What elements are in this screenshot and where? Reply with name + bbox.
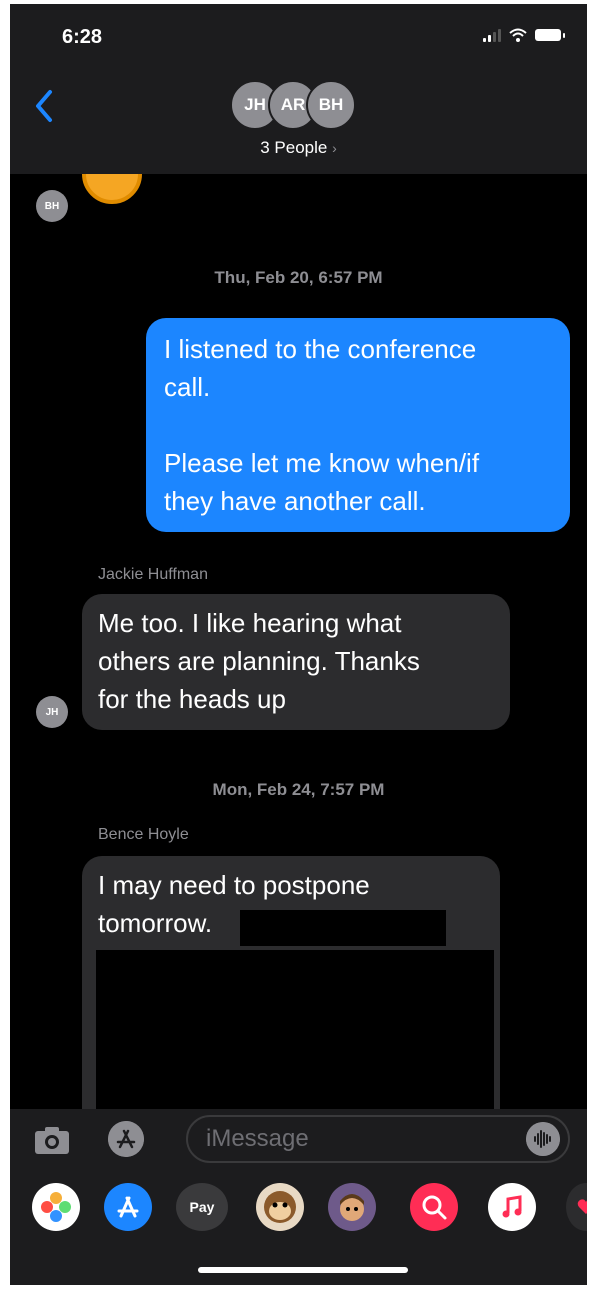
redaction-block [240,910,446,946]
phone-screen: 6:28 JH AR BH 3 People › BH Thu, Feb 20,… [10,4,587,1285]
conversation-header: JH AR BH 3 People › [10,68,587,174]
group-title-label: 3 People [260,138,328,157]
app-drawer: Pay [10,1171,587,1285]
sender-avatar-bh: BH [36,190,68,222]
group-avatars[interactable]: JH AR BH [230,80,380,132]
message-thread[interactable]: BH Thu, Feb 20, 6:57 PM I listened to th… [10,174,587,1109]
sender-name: Jackie Huffman [98,566,208,583]
status-icons [483,28,565,42]
incoming-message[interactable]: I may need to postpone tomorrow. [82,856,500,1109]
photos-icon[interactable] [32,1183,80,1231]
music-icon[interactable] [488,1183,536,1231]
heart-app-icon[interactable] [566,1183,587,1231]
avatar-bh: BH [306,80,356,130]
apple-pay-label: Pay [189,1199,215,1215]
back-chevron-icon[interactable] [26,86,66,126]
timestamp: Thu, Feb 20, 6:57 PM [214,268,383,287]
chevron-right-icon: › [332,140,337,156]
wifi-icon [509,28,527,42]
redaction-block [96,950,494,1109]
message-input[interactable]: iMessage [186,1115,570,1163]
laughing-emoji-icon [82,174,142,204]
status-bar: 6:28 [10,4,587,68]
cellular-signal-icon [483,28,501,42]
memoji-icon[interactable] [328,1183,376,1231]
timestamp: Mon, Feb 24, 7:57 PM [212,780,385,799]
incoming-message[interactable]: Me too. I like hearing what others are p… [82,594,510,730]
outgoing-message[interactable]: I listened to the conference call. Pleas… [146,318,570,532]
apps-icon[interactable] [108,1121,144,1157]
memoji-monkey-icon[interactable] [256,1183,304,1231]
sender-name: Bence Hoyle [98,826,189,843]
app-store-icon[interactable] [104,1183,152,1231]
sender-avatar-jh: JH [36,696,68,728]
incoming-message-text: Me too. I like hearing what others are p… [98,608,420,714]
status-time: 6:28 [62,26,103,48]
home-indicator[interactable] [198,1267,408,1273]
camera-icon[interactable] [34,1125,70,1155]
image-search-icon[interactable] [410,1183,458,1231]
compose-bar: iMessage [10,1109,587,1171]
battery-icon [535,29,565,41]
outgoing-message-text: I listened to the conference call. Pleas… [164,334,480,516]
apple-pay-icon[interactable]: Pay [176,1183,228,1231]
message-input-placeholder: iMessage [206,1125,309,1152]
group-title[interactable]: 3 People › [10,138,587,158]
audio-waveform-icon[interactable] [526,1122,560,1156]
